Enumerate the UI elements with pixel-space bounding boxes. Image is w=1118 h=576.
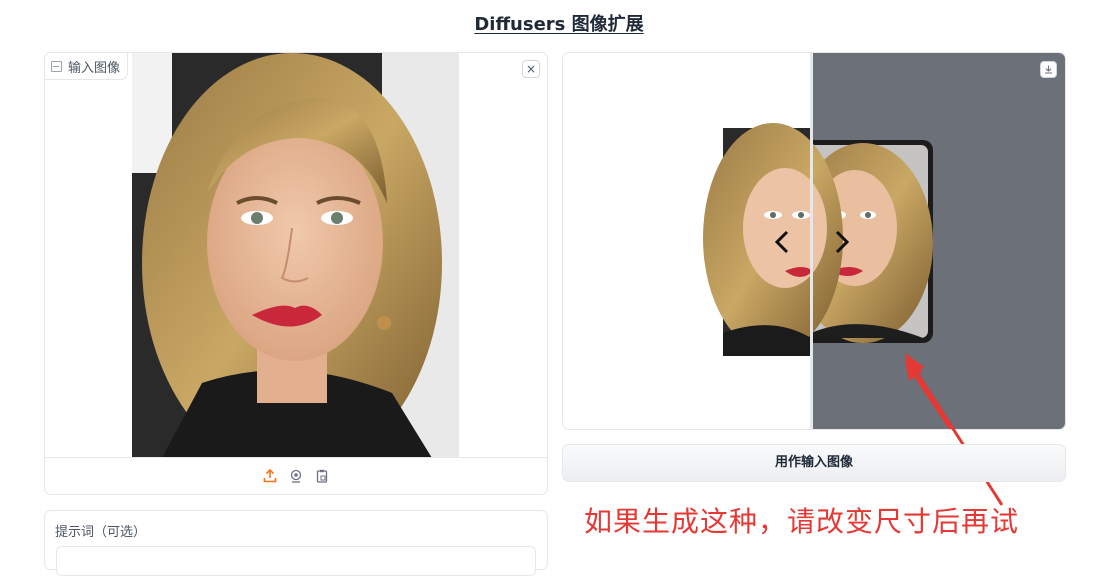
webcam-icon[interactable]	[288, 468, 304, 484]
portrait-illustration	[132, 53, 459, 458]
input-image-toolbar	[45, 457, 547, 494]
prompt-label: 提示词（可选）	[55, 525, 147, 540]
slider-arrows[interactable]	[771, 227, 851, 257]
clipboard-icon[interactable]	[314, 468, 330, 484]
input-image-panel[interactable]: 输入图像 ×	[44, 52, 548, 495]
download-icon[interactable]	[1040, 61, 1057, 78]
upload-icon[interactable]	[262, 468, 278, 484]
input-image-label: 输入图像	[45, 53, 129, 80]
image-icon	[51, 60, 62, 72]
input-portrait-image	[132, 53, 459, 458]
chevron-right-icon[interactable]	[835, 230, 850, 254]
prompt-input[interactable]	[56, 546, 536, 576]
prompt-panel: 提示词（可选）	[44, 510, 548, 576]
input-image-label-text: 输入图像	[68, 60, 121, 76]
output-image-panel[interactable]	[562, 52, 1066, 430]
page-title: Diffusers 图像扩展	[474, 14, 644, 35]
annotation-text: 如果生成这种，请改变尺寸后再试	[584, 505, 1020, 538]
use-as-input-button[interactable]: 用作输入图像	[562, 444, 1066, 482]
chevron-left-icon[interactable]	[774, 230, 789, 254]
clear-image-button[interactable]: ×	[522, 60, 540, 78]
